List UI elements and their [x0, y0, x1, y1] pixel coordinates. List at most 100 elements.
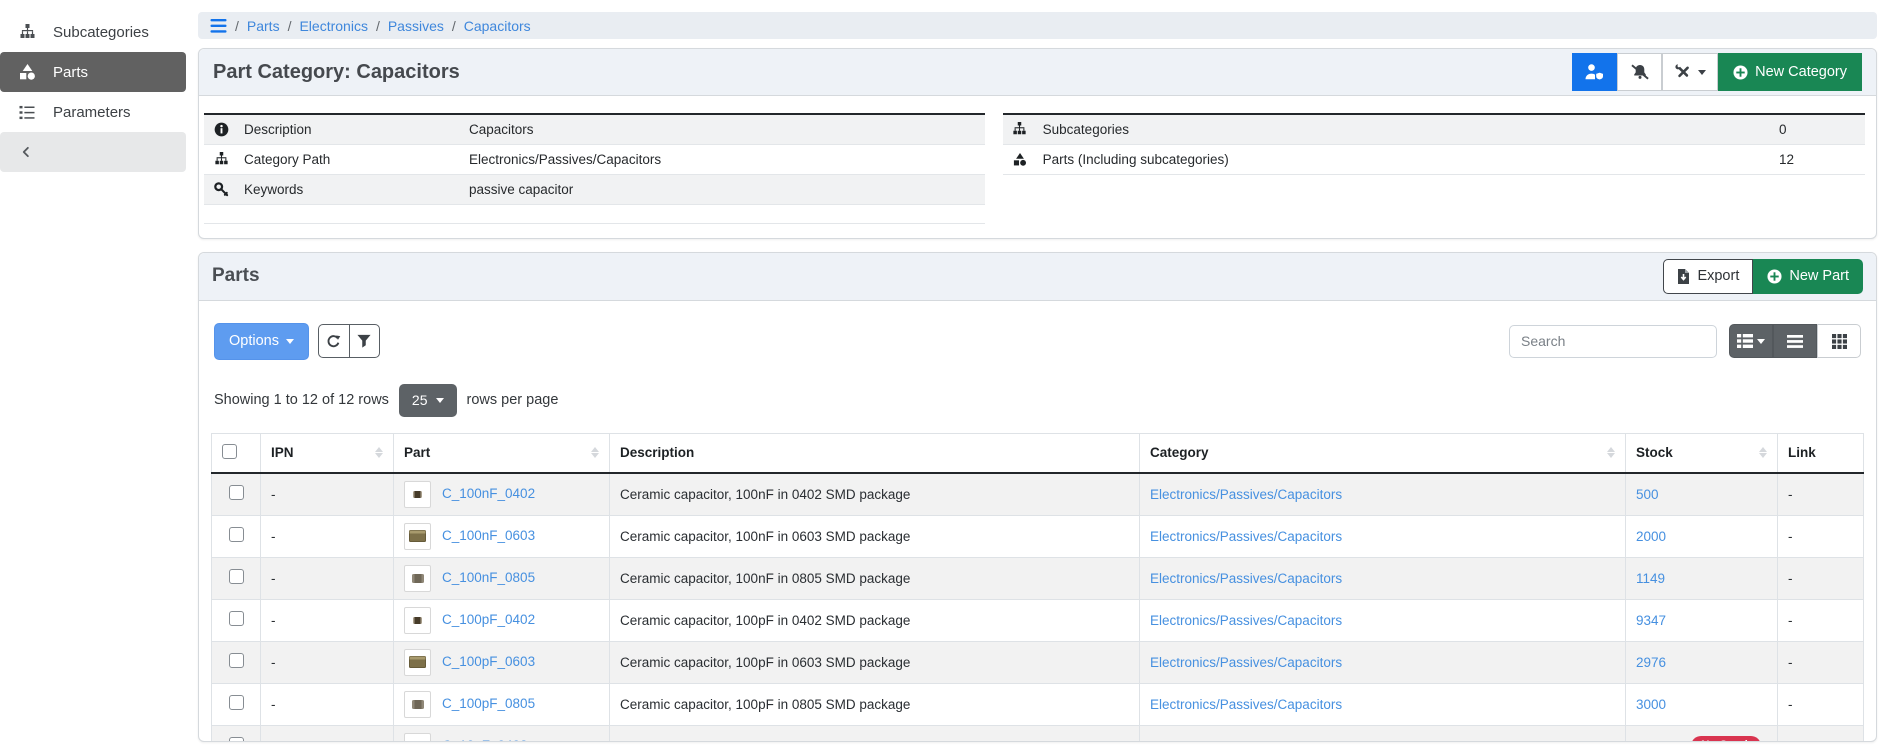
category-cell: Electronics/Passives/Capacitors: [1140, 599, 1626, 641]
unsubscribe-button[interactable]: [1617, 53, 1662, 91]
part-thumbnail[interactable]: [404, 691, 431, 718]
table-controls: [318, 324, 380, 358]
category-link[interactable]: Electronics/Passives/Capacitors: [1150, 613, 1342, 628]
breadcrumb-link-electronics[interactable]: Electronics: [299, 18, 367, 34]
category-link[interactable]: Electronics/Passives/Capacitors: [1150, 739, 1342, 742]
parts-toolbar: Options: [214, 323, 1861, 360]
row-checkbox[interactable]: [229, 485, 244, 500]
export-label: Export: [1697, 268, 1739, 284]
breadcrumb-link-passives[interactable]: Passives: [388, 18, 444, 34]
parts-table: IPN Part Description Category Stock Link…: [211, 433, 1864, 742]
options-label: Options: [229, 333, 279, 349]
sidebar-item-label: Parameters: [53, 104, 131, 121]
category-link[interactable]: Electronics/Passives/Capacitors: [1150, 529, 1342, 544]
parts-card: Parts Export New Part: [198, 252, 1877, 742]
stock-cell: 2000: [1626, 515, 1778, 557]
detail-value: 0: [1773, 114, 1865, 144]
stock-link[interactable]: 9347: [1636, 613, 1666, 628]
sidebar: Subcategories Parts Parameters: [0, 0, 186, 752]
stock-link[interactable]: 1149: [1636, 571, 1665, 586]
export-button[interactable]: Export: [1663, 259, 1753, 294]
search-input[interactable]: [1509, 325, 1717, 358]
detail-row-empty: [204, 204, 985, 223]
link-cell: -: [1778, 725, 1864, 742]
part-link[interactable]: C_100nF_0805: [442, 570, 535, 585]
sort-arrows-icon: [1607, 447, 1615, 458]
filter-button[interactable]: [349, 324, 380, 358]
table-header-row: IPN Part Description Category Stock Link: [212, 433, 1864, 473]
stock-link[interactable]: 0: [1636, 739, 1644, 742]
column-header-description[interactable]: Description: [610, 433, 1140, 473]
new-category-button[interactable]: New Category: [1718, 53, 1862, 91]
part-thumbnail[interactable]: [404, 649, 431, 676]
user-roles-button[interactable]: [1572, 53, 1617, 91]
part-link[interactable]: C_100pF_0805: [442, 696, 535, 711]
sidebar-collapse-button[interactable]: [0, 132, 186, 172]
grid-icon: [1832, 334, 1847, 349]
refresh-button[interactable]: [318, 324, 349, 358]
options-dropdown[interactable]: Options: [214, 323, 309, 360]
category-link[interactable]: Electronics/Passives/Capacitors: [1150, 571, 1342, 586]
app-root: Subcategories Parts Parameters /: [0, 0, 1891, 752]
part-thumbnail[interactable]: [404, 481, 431, 508]
breadcrumb-separator: /: [235, 18, 239, 34]
stock-link[interactable]: 3000: [1636, 697, 1666, 712]
category-cell: Electronics/Passives/Capacitors: [1140, 683, 1626, 725]
ipn-cell: -: [261, 557, 394, 599]
caret-down-icon: [1698, 70, 1706, 75]
new-part-button[interactable]: New Part: [1753, 259, 1863, 294]
select-all-checkbox[interactable]: [222, 444, 237, 459]
menu-icon[interactable]: [210, 19, 227, 33]
stock-link[interactable]: 2976: [1636, 655, 1666, 670]
table-row: - C_10uF_0402 Ceramic capacitor, 10uF in…: [212, 725, 1864, 742]
sidebar-item-parts[interactable]: Parts: [0, 52, 186, 92]
stock-link[interactable]: 500: [1636, 487, 1659, 502]
row-checkbox[interactable]: [229, 527, 244, 542]
grid-view-button[interactable]: [1817, 324, 1861, 358]
part-thumbnail[interactable]: [404, 565, 431, 592]
row-checkbox[interactable]: [229, 569, 244, 584]
column-header-part[interactable]: Part: [394, 433, 610, 473]
detail-label: Keywords: [238, 174, 463, 204]
column-header-link[interactable]: Link: [1778, 433, 1864, 473]
sort-arrows-icon: [591, 447, 599, 458]
refresh-icon: [326, 334, 341, 349]
user-shield-icon: [1585, 64, 1604, 80]
page-size-dropdown[interactable]: 25: [399, 384, 457, 417]
column-header-category[interactable]: Category: [1140, 433, 1626, 473]
breadcrumb-link-parts[interactable]: Parts: [247, 18, 280, 34]
new-part-label: New Part: [1789, 268, 1849, 284]
category-link[interactable]: Electronics/Passives/Capacitors: [1150, 655, 1342, 670]
category-link[interactable]: Electronics/Passives/Capacitors: [1150, 487, 1342, 502]
detail-value: passive capacitor: [463, 174, 985, 204]
tools-icon: [1675, 64, 1691, 80]
column-header-stock[interactable]: Stock: [1626, 433, 1778, 473]
list-view-button[interactable]: [1773, 324, 1817, 358]
part-thumbnail[interactable]: [404, 733, 431, 742]
category-actions-dropdown[interactable]: [1662, 53, 1718, 91]
column-header-ipn[interactable]: IPN: [261, 433, 394, 473]
part-thumbnail[interactable]: [404, 607, 431, 634]
category-link[interactable]: Electronics/Passives/Capacitors: [1150, 697, 1342, 712]
breadcrumb-link-capacitors[interactable]: Capacitors: [464, 18, 531, 34]
part-link[interactable]: C_100pF_0603: [442, 654, 535, 669]
row-checkbox[interactable]: [229, 737, 244, 742]
info-circle-icon: [204, 114, 238, 144]
part-link[interactable]: C_100nF_0603: [442, 528, 535, 543]
columns-dropdown[interactable]: [1729, 324, 1773, 358]
part-link[interactable]: C_100pF_0402: [442, 612, 535, 627]
rows-per-page-label: rows per page: [467, 392, 559, 408]
detail-value: 12: [1773, 144, 1865, 174]
link-cell: -: [1778, 557, 1864, 599]
part-link[interactable]: C_10uF_0402: [442, 738, 528, 742]
sidebar-item-parameters[interactable]: Parameters: [0, 92, 186, 132]
sidebar-item-subcategories[interactable]: Subcategories: [0, 12, 186, 52]
row-checkbox[interactable]: [229, 695, 244, 710]
shapes-icon: [17, 64, 37, 80]
row-checkbox[interactable]: [229, 611, 244, 626]
row-checkbox[interactable]: [229, 653, 244, 668]
detail-row-category-path: Category Path Electronics/Passives/Capac…: [204, 144, 985, 174]
part-thumbnail[interactable]: [404, 523, 431, 550]
part-link[interactable]: C_100nF_0402: [442, 486, 535, 501]
stock-link[interactable]: 2000: [1636, 529, 1666, 544]
